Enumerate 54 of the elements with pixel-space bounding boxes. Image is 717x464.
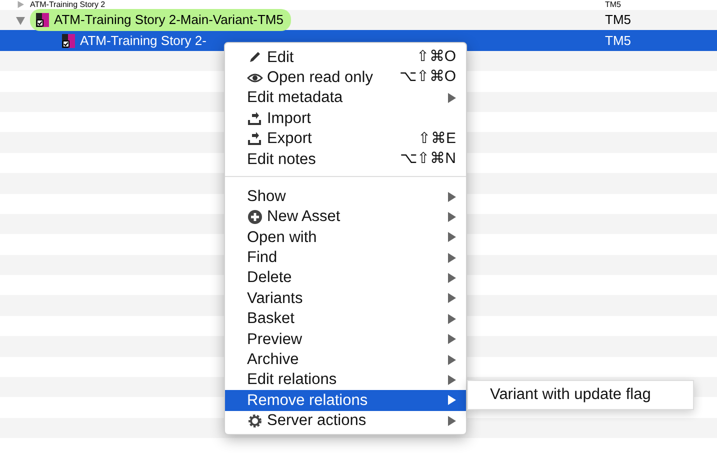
- menu-item[interactable]: Edit metadata: [225, 88, 466, 108]
- menu-label: New Asset: [267, 207, 340, 228]
- document-icon: [60, 32, 76, 49]
- menu-label: Remove relations: [247, 390, 368, 411]
- gear-icon: [247, 413, 263, 428]
- menu-item[interactable]: Edit relations: [225, 370, 466, 390]
- menu-item[interactable]: Variants: [225, 288, 466, 309]
- menu-item[interactable]: Open read only ⌥⇧⌘O: [225, 67, 466, 88]
- menu-label: Import: [267, 108, 311, 129]
- shortcut-label: ⇧⌘E: [418, 128, 456, 149]
- submenu-item[interactable]: Variant with update flag: [490, 383, 651, 407]
- export-icon: [247, 131, 263, 146]
- menu-label: Show: [247, 186, 286, 207]
- tag-highlight: ATM-Training Story 2-Main-Variant-TM5: [30, 9, 292, 31]
- menu-label: Edit relations: [247, 370, 337, 390]
- row-cell: TM5: [605, 0, 621, 9]
- menu-item[interactable]: Edit notes ⌥⇧⌘N: [225, 148, 466, 170]
- menu-label: Export: [267, 129, 312, 150]
- menu-label: Variants: [247, 288, 303, 309]
- menu-item[interactable]: Basket: [225, 308, 466, 330]
- menu-item[interactable]: Preview: [225, 329, 466, 350]
- tree-row[interactable]: ATM-Training Story 2-Main-Variant-TM5 TM5: [0, 10, 717, 30]
- menu-label: Open with: [247, 228, 317, 248]
- document-icon: [34, 12, 50, 28]
- menu-item[interactable]: Server actions: [225, 410, 466, 432]
- menu-label: Edit notes: [247, 150, 316, 170]
- disclosure-triangle-icon[interactable]: [16, 1, 24, 8]
- shortcut-label: ⌥⇧⌘N: [400, 148, 456, 169]
- menu-label: Find: [247, 248, 278, 268]
- row-cell-text: TM5: [605, 32, 631, 50]
- menu-item[interactable]: Delete: [225, 268, 466, 288]
- row-label: ATM-Training Story 2: [30, 0, 106, 9]
- menu-item[interactable]: Remove relations: [225, 390, 466, 411]
- menu-label: Archive: [247, 350, 299, 370]
- plus-circle-icon: [247, 209, 263, 224]
- menu-label: Basket: [247, 309, 294, 330]
- import-icon: [247, 110, 263, 126]
- menu-label: Preview: [247, 330, 302, 350]
- menu-label: Delete: [247, 268, 292, 288]
- menu-label: Open read only: [267, 68, 373, 88]
- menu-item[interactable]: New Asset: [225, 206, 466, 228]
- tree-row[interactable]: ATM-Training Story 2 TM5: [0, 0, 717, 10]
- shortcut-label: ⌥⇧⌘O: [399, 67, 456, 88]
- disclosure-triangle-icon[interactable]: [16, 16, 24, 25]
- menu-label: Edit metadata: [247, 88, 343, 108]
- menu-item[interactable]: Open with: [225, 227, 466, 248]
- menu-item[interactable]: Import: [225, 108, 466, 129]
- menu-item[interactable]: Show: [225, 186, 466, 207]
- menu-item[interactable]: Export ⇧⌘E: [225, 128, 466, 149]
- row-cell-text: TM5: [605, 11, 631, 30]
- row-label: ATM-Training Story 2-: [80, 32, 206, 50]
- menu-item[interactable]: Find: [225, 248, 466, 268]
- menu-label: Server actions: [267, 411, 366, 432]
- menu-item[interactable]: Archive: [225, 349, 466, 370]
